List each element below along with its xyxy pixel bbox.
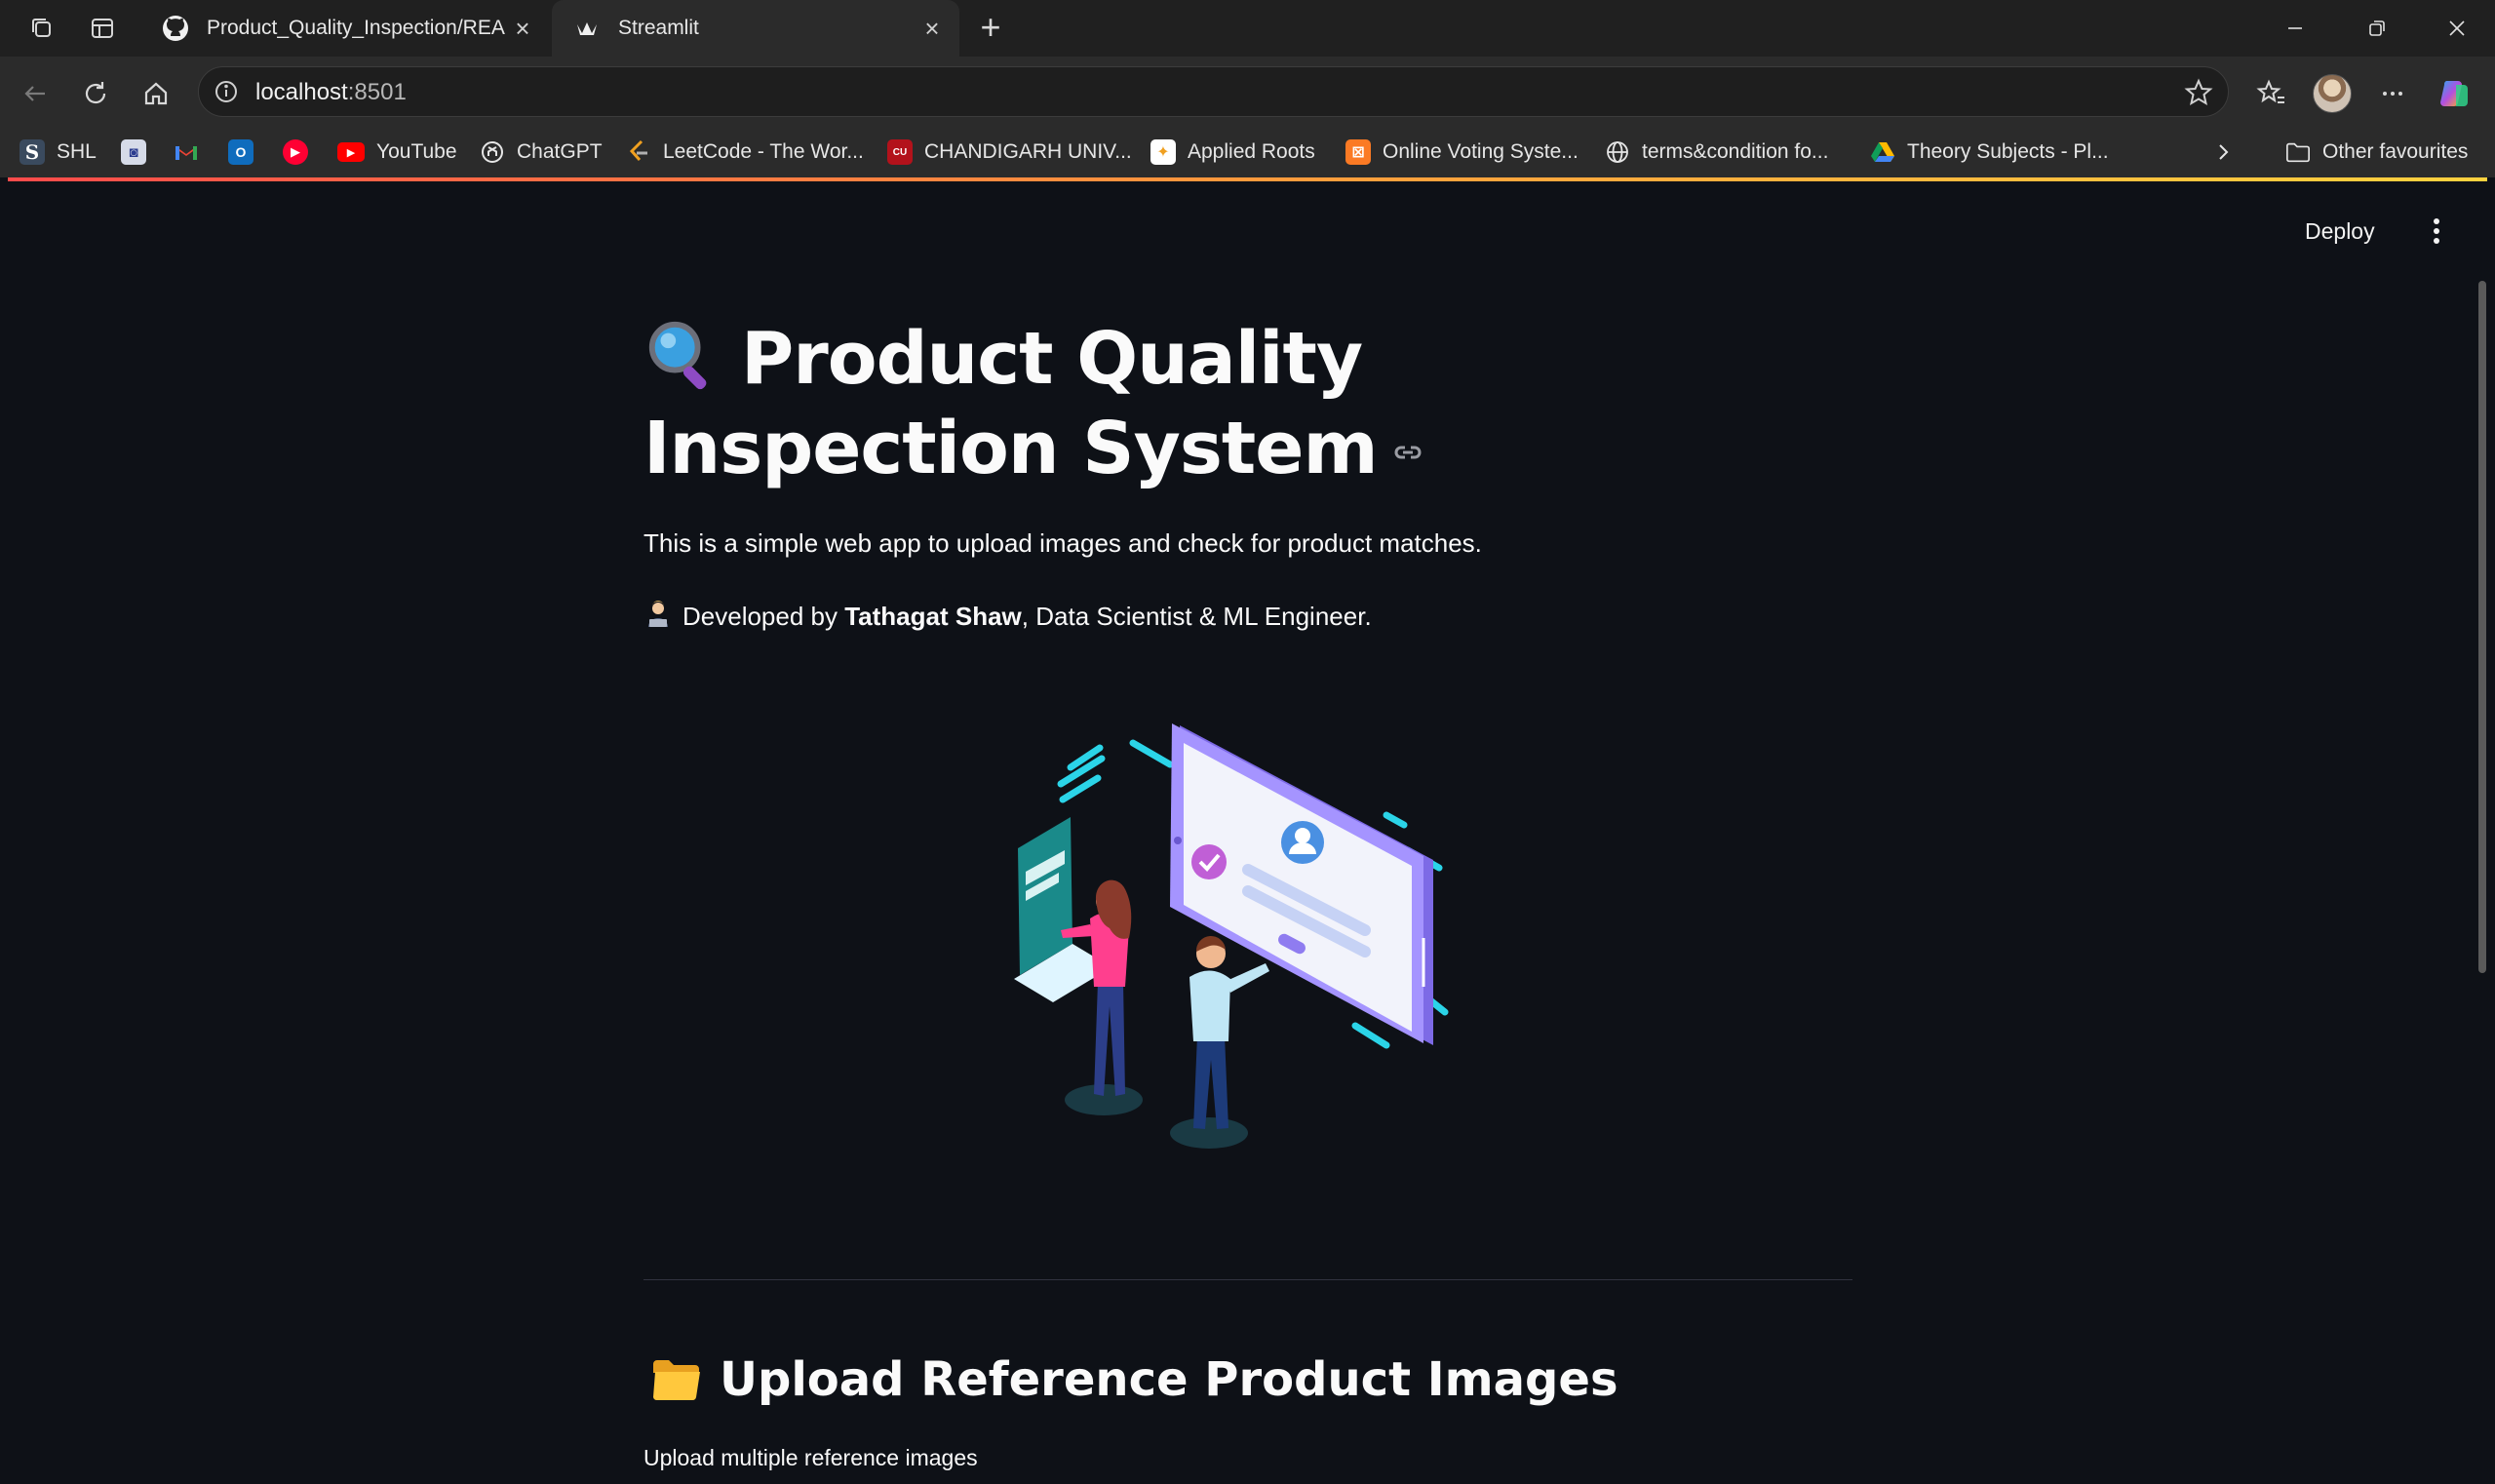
tab-title: Streamlit [618, 17, 699, 39]
xampp-icon: ⊠ [1345, 139, 1371, 165]
bookmark-applied-roots[interactable]: ✦ Applied Roots [1150, 135, 1315, 170]
folder-icon [653, 1360, 700, 1401]
home-icon[interactable] [136, 74, 175, 113]
bookmark-app[interactable]: ◙ [121, 135, 158, 170]
other-favourites-folder[interactable]: Other favourites [2285, 135, 2468, 170]
page-scrollbar[interactable] [2478, 281, 2486, 973]
bookmark-terms[interactable]: terms&condition fo... [1605, 135, 1828, 170]
browser-toolbar: localhost:8501 [0, 57, 2495, 127]
bookmark-app-icon: ◙ [121, 139, 146, 165]
bookmark-chandigarh[interactable]: CU CHANDIGARH UNIV... [887, 135, 1132, 170]
site-info-icon[interactable] [213, 78, 240, 105]
browser-title-bar: Product_Quality_Inspection/READ × Stream… [0, 0, 2495, 57]
restore-button[interactable] [2336, 0, 2418, 57]
back-arrow-icon[interactable] [16, 74, 55, 113]
magnifying-glass-icon [648, 321, 707, 390]
bookmark-outlook[interactable]: O [228, 135, 265, 170]
deploy-button[interactable]: Deploy [2305, 218, 2375, 245]
address-bar[interactable]: localhost:8501 [198, 66, 2229, 117]
url-text: localhost:8501 [255, 79, 407, 105]
gmail-icon [174, 139, 199, 165]
youtube-icon: ▶ [337, 142, 365, 162]
tab-streamlit[interactable]: Streamlit × [552, 0, 959, 57]
shl-icon: S [19, 139, 45, 165]
developer-name: Tathagat Shaw [844, 602, 1022, 631]
streamlit-crown-icon [573, 15, 601, 42]
youtube-music-icon: ▶ [283, 139, 308, 165]
bookmarks-bar: S SHL ◙ O ▶ ▶ YouTube ChatGPT LeetCode -… [0, 127, 2495, 177]
streamlit-header-decoration [8, 177, 2487, 181]
profile-avatar[interactable] [2313, 74, 2352, 113]
google-drive-icon [1870, 139, 1895, 165]
github-icon [162, 15, 189, 42]
favorites-icon[interactable] [2252, 74, 2291, 113]
tab-title: Product_Quality_Inspection/READ [207, 17, 505, 39]
close-tab-icon[interactable]: × [505, 11, 540, 46]
tab-readme[interactable]: Product_Quality_Inspection/READ × [140, 0, 550, 57]
streamlit-page: Deploy Product Quality Inspection System… [8, 177, 2487, 1476]
bookmark-youtube-music[interactable]: ▶ [283, 135, 320, 170]
anchor-link-icon[interactable] [1391, 436, 1424, 469]
developer-emoji-icon [643, 600, 673, 629]
refresh-icon[interactable] [76, 74, 115, 113]
workspaces-icon[interactable] [25, 12, 58, 45]
close-window-button[interactable] [2416, 0, 2495, 57]
applied-roots-icon: ✦ [1150, 139, 1176, 165]
minimize-button[interactable] [2254, 0, 2336, 57]
new-tab-button[interactable]: + [971, 7, 1010, 47]
bookmark-theory-subjects[interactable]: Theory Subjects - Pl... [1870, 135, 2109, 170]
bookmarks-overflow-chevron-icon[interactable] [2211, 135, 2235, 170]
inspection-illustration [1014, 723, 1449, 1149]
bookmark-youtube[interactable]: ▶ YouTube [337, 135, 457, 170]
outlook-icon: O [228, 139, 253, 165]
section-divider [643, 1279, 1852, 1280]
cu-icon: CU [887, 139, 913, 165]
more-options-icon[interactable] [2373, 74, 2412, 113]
leetcode-icon [626, 139, 651, 165]
bookmark-online-voting[interactable]: ⊠ Online Voting Syste... [1345, 135, 1579, 170]
copilot-icon[interactable] [2436, 74, 2475, 113]
chatgpt-icon [480, 139, 505, 165]
page-title: Product Quality Inspection System [643, 314, 1716, 493]
close-tab-icon[interactable]: × [915, 11, 950, 46]
upload-section-header: Upload Reference Product Images [643, 1352, 1618, 1407]
developer-credit: Developed by Tathagat Shaw, Data Scienti… [643, 600, 1372, 632]
globe-icon [1605, 139, 1630, 165]
app-description: This is a simple web app to upload image… [643, 528, 1482, 558]
vertical-tabs-icon[interactable] [86, 12, 119, 45]
main-menu-icon[interactable] [2422, 215, 2451, 248]
bookmark-leetcode[interactable]: LeetCode - The Wor... [626, 135, 864, 170]
bookmark-gmail[interactable] [174, 135, 211, 170]
favorite-star-icon[interactable] [2183, 77, 2214, 108]
folder-icon [2285, 139, 2311, 165]
bookmark-shl[interactable]: S SHL [19, 135, 97, 170]
upload-label: Upload multiple reference images [643, 1445, 978, 1470]
bookmark-chatgpt[interactable]: ChatGPT [480, 135, 603, 170]
